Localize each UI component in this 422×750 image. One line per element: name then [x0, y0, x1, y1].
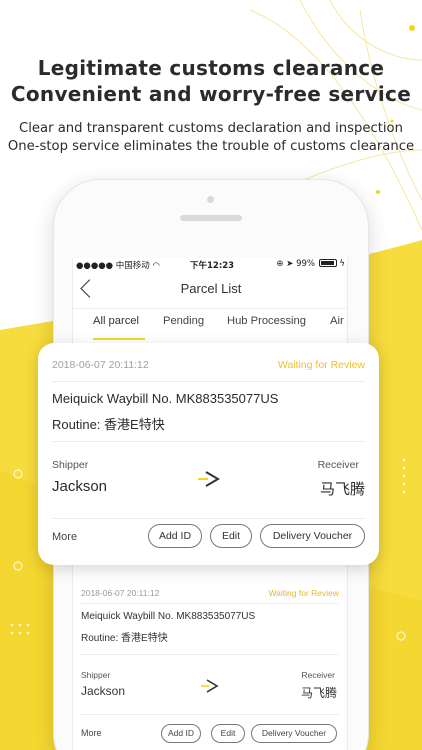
promo-subline-line-1: Clear and transparent customs declaratio…: [19, 121, 403, 136]
route-arrow-icon: [198, 471, 220, 487]
more-link[interactable]: More: [81, 728, 102, 738]
shipper-name: Jackson: [81, 684, 126, 698]
promo-headline-line-2: Convenient and worry-free service: [10, 82, 412, 106]
divider: [81, 654, 339, 655]
wifi-icon: ◠: [152, 261, 160, 271]
status-bar: ●●●●● 中国移动 ◠ 下午12:23 ⊕ ➤ 99% ϟ: [73, 258, 347, 271]
delivery-voucher-button[interactable]: Delivery Voucher: [251, 724, 337, 743]
lock-rotation-icon: ⊕: [276, 259, 284, 269]
location-icon: ➤: [286, 259, 294, 269]
routine: Routine: 香港E特快: [81, 633, 168, 644]
list-item[interactable]: 2018-06-07 20:11:12 Waiting for Review M…: [73, 584, 347, 750]
waybill-number: Meiquick Waybill No. MK883535077US: [81, 611, 256, 622]
shipper-name: Jackson: [52, 478, 108, 495]
nav-bar: Parcel List: [73, 272, 347, 306]
shipper-label: Shipper: [52, 459, 89, 471]
route-arrow-icon: [201, 679, 219, 693]
tab-all-parcel[interactable]: All parcel: [93, 315, 139, 327]
receiver-name: 马飞腾: [319, 481, 365, 498]
page-title: Parcel List: [180, 281, 242, 296]
edit-button[interactable]: Edit: [210, 524, 252, 548]
parcel-card-highlighted[interactable]: 2018-06-07 20:11:12 Waiting for Review M…: [38, 343, 379, 565]
tab-pending[interactable]: Pending: [163, 315, 204, 327]
parcel-date: 2018-06-07 20:11:12: [52, 359, 149, 371]
shipper-label: Shipper: [81, 670, 111, 680]
divider: [81, 603, 339, 604]
delivery-voucher-button[interactable]: Delivery Voucher: [260, 524, 365, 548]
parcel-status: Waiting for Review: [268, 588, 339, 598]
tab-hub-processing[interactable]: Hub Processing: [227, 315, 306, 327]
divider: [52, 381, 365, 382]
promo-subline: Clear and transparent customs declaratio…: [0, 120, 422, 156]
parcel-status: Waiting for Review: [277, 359, 365, 371]
divider: [52, 441, 365, 442]
active-tab-indicator: [93, 338, 145, 340]
status-time: 下午12:23: [190, 261, 235, 271]
receiver-label: Receiver: [317, 459, 359, 471]
battery-percent: 99%: [296, 259, 315, 269]
routine: Routine: 香港E特快: [52, 417, 165, 432]
divider: [52, 518, 365, 519]
add-id-button[interactable]: Add ID: [161, 724, 201, 743]
promo-headline-line-1: Legitimate customs clearance: [37, 56, 385, 80]
promo-subline-line-2: One-stop service eliminates the trouble …: [7, 139, 415, 154]
tab-bar: All parcel Pending Hub Processing Air: [73, 308, 347, 336]
promo-headline: Legitimate customs clearance Convenient …: [0, 55, 422, 107]
receiver-name: 马飞腾: [300, 686, 337, 700]
add-id-button[interactable]: Add ID: [148, 524, 202, 548]
status-right: ⊕ ➤ 99% ϟ: [276, 259, 345, 269]
speaker-grille: [180, 215, 242, 221]
waybill-number: Meiquick Waybill No. MK883535077US: [52, 391, 279, 406]
receiver-label: Receiver: [301, 670, 335, 680]
battery-icon: [318, 259, 337, 267]
edit-button[interactable]: Edit: [211, 724, 245, 743]
parcel-date: 2018-06-07 20:11:12: [81, 588, 160, 598]
carrier-label: ●●●●● 中国移动 ◠: [76, 261, 160, 271]
camera-icon: [207, 196, 214, 203]
tab-air[interactable]: Air: [330, 315, 344, 327]
more-link[interactable]: More: [52, 531, 77, 543]
charging-icon: ϟ: [339, 259, 345, 269]
divider: [81, 714, 339, 715]
